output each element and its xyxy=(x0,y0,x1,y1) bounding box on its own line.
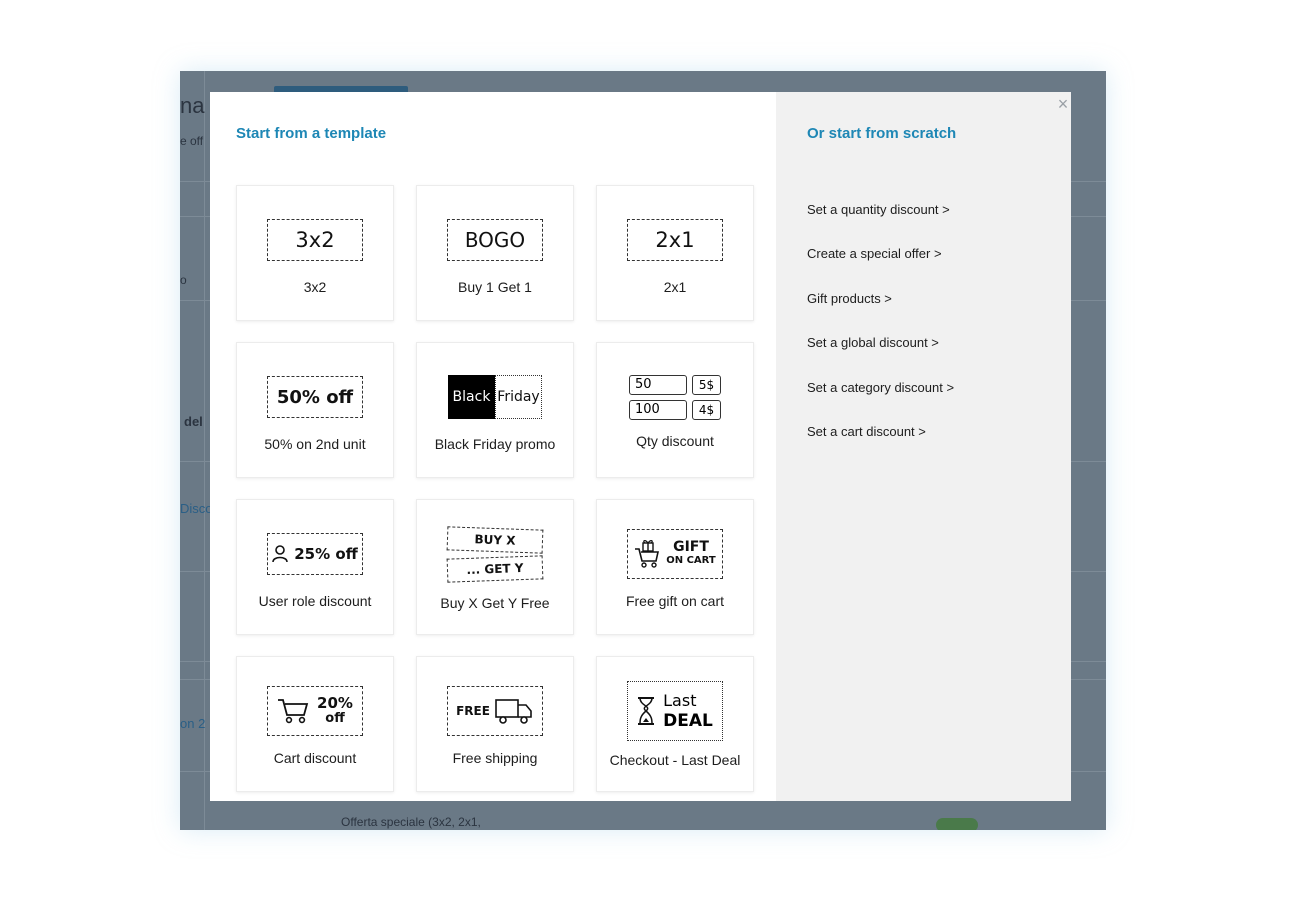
background-row-description: Offerta speciale (3x2, 2x1, xyxy=(341,815,481,829)
hourglass-graphic-icon xyxy=(638,697,655,725)
cart-discount-icon: 20% off xyxy=(267,682,363,740)
scratch-panel: × Or start from scratch Set a quantity d… xyxy=(776,92,1071,801)
percent-off-icon-text: 50% off xyxy=(267,376,363,418)
background-subtitle-fragment: e off xyxy=(180,134,204,148)
background-column-fragment: del xyxy=(184,414,203,429)
black-friday-icon-friday: Friday xyxy=(495,375,542,419)
template-grid: 3x2 3x2 BOGO Buy 1 Get 1 2x1 2x1 50% off… xyxy=(236,185,756,792)
template-card-free-shipping[interactable]: FREE Free shipping xyxy=(416,656,574,792)
cart-icon xyxy=(278,699,309,724)
template-card-label: User role discount xyxy=(258,593,372,609)
background-link-fragment: on 2 xyxy=(180,716,206,731)
free-text: FREE xyxy=(456,704,490,718)
template-card-cart-discount[interactable]: 20% off Cart discount xyxy=(236,656,394,792)
template-card-label: Free shipping xyxy=(452,750,538,766)
scratch-option-gift-products[interactable]: Gift products > xyxy=(807,291,954,335)
background-filter-fragment: o xyxy=(180,273,187,287)
background-heading-fragment: na xyxy=(180,93,205,118)
user-role-icon-text: 25% off xyxy=(294,545,358,563)
template-card-3x2[interactable]: 3x2 3x2 xyxy=(236,185,394,321)
buy-x-tag: BUY X xyxy=(446,525,544,554)
price-cell: 4$ xyxy=(692,399,721,420)
3x2-icon: 3x2 xyxy=(267,211,363,269)
template-card-user-role[interactable]: 25% off User role discount xyxy=(236,499,394,635)
template-panel-title: Start from a template xyxy=(236,125,387,142)
template-card-label: Free gift on cart xyxy=(625,593,725,609)
background-link-fragment: Disco xyxy=(180,501,213,516)
delivery-truck-icon xyxy=(495,699,532,724)
scratch-option-quantity-discount[interactable]: Set a quantity discount > xyxy=(807,202,954,246)
black-friday-icon: Black Friday xyxy=(448,368,542,426)
2x1-icon-text: 2x1 xyxy=(627,219,723,261)
create-rule-modal: Start from a template 3x2 3x2 BOGO Buy 1… xyxy=(210,92,1071,801)
gift-text: GIFT xyxy=(673,539,709,555)
qty-cell: 50 xyxy=(629,374,687,395)
gift-cart-icon: GIFT ON CART xyxy=(627,525,723,583)
2x1-icon: 2x1 xyxy=(627,211,723,269)
template-card-buy-x-get-y[interactable]: BUY X ... GET Y Buy X Get Y Free xyxy=(416,499,574,635)
truck-icon: FREE xyxy=(447,682,543,740)
template-card-free-gift[interactable]: GIFT ON CART Free gift on cart xyxy=(596,499,754,635)
user-icon xyxy=(272,545,289,563)
deal-text: DEAL xyxy=(663,711,713,731)
template-card-label: Black Friday promo xyxy=(434,436,556,452)
template-card-label: 2x1 xyxy=(663,279,687,295)
scratch-panel-title: Or start from scratch xyxy=(807,125,957,142)
qty-table-icon: 50 5$ 100 4$ xyxy=(629,371,721,423)
user-role-icon: 25% off xyxy=(267,525,363,583)
template-card-label: Cart discount xyxy=(273,750,357,766)
template-card-black-friday[interactable]: Black Friday Black Friday promo xyxy=(416,342,574,478)
template-card-label: Checkout - Last Deal xyxy=(609,752,741,768)
bogo-icon: BOGO xyxy=(447,211,543,269)
app-screen: na e off o del Disco on 2 Offerta specia… xyxy=(180,71,1106,830)
template-card-label: Buy 1 Get 1 xyxy=(458,279,532,295)
template-card-qty-discount[interactable]: 50 5$ 100 4$ Qty discount xyxy=(596,342,754,478)
scratch-option-cart-discount[interactable]: Set a cart discount > xyxy=(807,424,954,468)
buy-x-get-y-icon: BUY X ... GET Y xyxy=(446,523,544,585)
template-card-label: 50% on 2nd unit xyxy=(264,436,366,452)
percent-off-icon: 50% off xyxy=(267,368,363,426)
on-cart-text: ON CART xyxy=(666,555,716,566)
template-card-50-percent[interactable]: 50% off 50% on 2nd unit xyxy=(236,342,394,478)
3x2-icon-text: 3x2 xyxy=(267,219,363,261)
last-text: Last xyxy=(663,691,697,710)
hourglass-icon: Last DEAL xyxy=(627,680,723,742)
close-icon[interactable]: × xyxy=(1055,95,1071,113)
black-friday-icon-black: Black xyxy=(448,375,495,419)
template-card-2x1[interactable]: 2x1 2x1 xyxy=(596,185,754,321)
template-card-label: Buy X Get Y Free xyxy=(440,595,550,611)
qty-cell: 100 xyxy=(629,399,687,420)
scratch-option-category-discount[interactable]: Set a category discount > xyxy=(807,380,954,424)
scratch-option-special-offer[interactable]: Create a special offer > xyxy=(807,246,954,290)
template-card-last-deal[interactable]: Last DEAL Checkout - Last Deal xyxy=(596,656,754,792)
template-card-bogo[interactable]: BOGO Buy 1 Get 1 xyxy=(416,185,574,321)
cart-discount-off: off xyxy=(325,711,345,726)
template-panel: Start from a template 3x2 3x2 BOGO Buy 1… xyxy=(210,92,776,801)
background-toggle xyxy=(936,818,978,830)
gift-cart-graphic-icon xyxy=(635,540,660,568)
get-y-tag: ... GET Y xyxy=(446,554,544,583)
template-card-label: 3x2 xyxy=(303,279,327,295)
cart-discount-percent: 20% xyxy=(317,694,353,712)
price-cell: 5$ xyxy=(692,374,721,395)
template-card-label: Qty discount xyxy=(636,433,714,449)
bogo-icon-text: BOGO xyxy=(447,219,543,261)
scratch-option-global-discount[interactable]: Set a global discount > xyxy=(807,335,954,379)
scratch-options-list: Set a quantity discount > Create a speci… xyxy=(807,202,954,468)
